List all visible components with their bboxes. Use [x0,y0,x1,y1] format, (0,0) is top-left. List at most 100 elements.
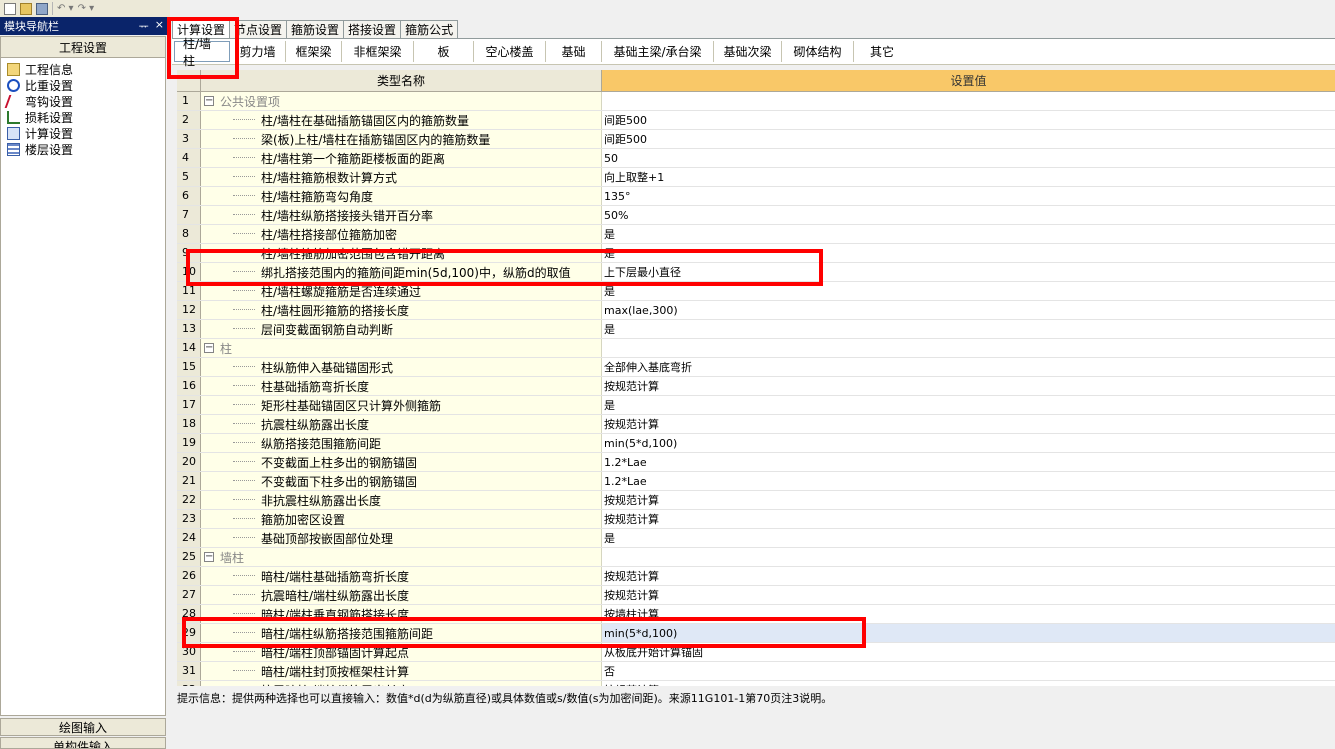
open-folder-icon[interactable] [20,2,32,15]
row-value-cell[interactable]: 按规范计算 [602,681,1335,686]
grid-header-value[interactable]: 设置值 [602,70,1335,91]
nav-item-weight-settings[interactable]: 比重设置 [7,77,165,93]
table-row[interactable]: 7 柱/墙柱纵筋搭接接头错开百分率 50% [177,206,1335,225]
subtab-foundation-main-beam[interactable]: 基础主梁/承台梁 [602,41,714,62]
table-row[interactable]: 13 层间变截面钢筋自动判断 是 [177,320,1335,339]
subtab-foundation[interactable]: 基础 [546,41,602,62]
row-value-cell[interactable]: 按规范计算 [602,567,1335,585]
tab-stirrup-formula[interactable]: 箍筋公式 [400,20,459,38]
row-name-cell: 柱/墙柱箍筋根数计算方式 [201,168,602,186]
row-value-cell[interactable]: 1.2*Lae [602,453,1335,471]
table-row[interactable]: 31 暗柱/端柱封顶按框架柱计算 否 [177,662,1335,681]
subtab-foundation-secondary-beam[interactable]: 基础次梁 [714,41,782,62]
collapse-icon[interactable]: − [204,552,214,562]
row-value-cell[interactable]: 是 [602,529,1335,547]
row-name-text: 抗震暗柱/端柱纵筋露出长度 [261,588,410,603]
nav-item-loss-settings[interactable]: 损耗设置 [7,109,165,125]
row-value-cell[interactable]: 间距500 [602,111,1335,129]
tree-connector [233,575,255,577]
row-value-cell[interactable]: 50 [602,149,1335,167]
undo-icon[interactable]: ↶ ▾ [57,3,74,15]
table-row[interactable]: 18 抗震柱纵筋露出长度 按规范计算 [177,415,1335,434]
row-value-cell[interactable]: 50% [602,206,1335,224]
row-value-cell[interactable]: 否 [602,662,1335,680]
table-row[interactable]: 23 箍筋加密区设置 按规范计算 [177,510,1335,529]
row-value-cell[interactable]: 按规范计算 [602,491,1335,509]
subtab-masonry[interactable]: 砌体结构 [782,41,854,62]
settings-grid: 类型名称 设置值 1− 公共设置项 2 柱/墙柱在基础插筋锚固区内的箍筋数量 间距500… [177,70,1335,686]
table-row[interactable]: 15 柱纵筋伸入基础锚固形式 全部伸入基底弯折 [177,358,1335,377]
table-row[interactable]: 12 柱/墙柱圆形箍筋的搭接长度 max(lae,300) [177,301,1335,320]
row-value-cell[interactable]: 是 [602,320,1335,338]
table-row[interactable]: 19 纵筋搭接范围箍筋间距 min(5*d,100) [177,434,1335,453]
table-row[interactable]: 24 基础顶部按嵌固部位处理 是 [177,529,1335,548]
table-row[interactable]: 8 柱/墙柱搭接部位箍筋加密 是 [177,225,1335,244]
row-value-cell[interactable] [602,92,1335,110]
row-value-cell[interactable]: 全部伸入基底弯折 [602,358,1335,376]
row-value-cell[interactable] [602,548,1335,566]
table-row[interactable]: 32 抗震暗柱/端柱纵筋露出长度 按规范计算 [177,681,1335,686]
row-value-cell[interactable]: 按规范计算 [602,586,1335,604]
tab-stirrup-settings[interactable]: 箍筋设置 [286,20,345,38]
row-number: 15 [177,358,201,376]
subtab-nonframe-beam[interactable]: 非框架梁 [342,41,414,62]
nav-item-hook-settings[interactable]: 弯钩设置 [4,93,165,109]
table-row[interactable]: 3 梁(板)上柱/墙柱在插筋锚固区内的箍筋数量 间距500 [177,130,1335,149]
nav-single-input[interactable]: 单构件输入 [0,737,166,749]
nav-drawing-input[interactable]: 绘图输入 [0,718,166,736]
redo-icon[interactable]: ↷ ▾ [78,3,95,15]
table-row[interactable]: 16 柱基础插筋弯折长度 按规范计算 [177,377,1335,396]
close-icon[interactable]: × [155,18,164,34]
row-value-cell[interactable]: 按规范计算 [602,510,1335,528]
table-row[interactable]: 20 不变截面上柱多出的钢筋锚固 1.2*Lae [177,453,1335,472]
nav-section-project-settings[interactable]: 工程设置 [0,36,166,58]
pin-icon[interactable]: ᅲ [139,18,149,34]
table-row[interactable]: 4 柱/墙柱第一个箍筋距楼板面的距离 50 [177,149,1335,168]
row-value-cell[interactable]: 向上取整+1 [602,168,1335,186]
table-row[interactable]: 27 抗震暗柱/端柱纵筋露出长度 按规范计算 [177,586,1335,605]
row-number: 4 [177,149,201,167]
row-value-cell[interactable]: min(5*d,100) [602,434,1335,452]
subtab-other[interactable]: 其它 [854,41,910,62]
info-icon [7,62,20,76]
row-value-cell[interactable]: 1.2*Lae [602,472,1335,490]
grid-header-name[interactable]: 类型名称 [201,70,602,91]
subtab-frame-beam[interactable]: 框架梁 [286,41,342,62]
nav-item-floor-settings[interactable]: 楼层设置 [7,141,165,157]
group-row[interactable]: 1− 公共设置项 [177,92,1335,111]
row-number: 24 [177,529,201,547]
row-name-cell: 柱/墙柱在基础插筋锚固区内的箍筋数量 [201,111,602,129]
table-row[interactable]: 22 非抗震柱纵筋露出长度 按规范计算 [177,491,1335,510]
row-value-cell[interactable]: 间距500 [602,130,1335,148]
row-name-text: 柱/墙柱箍筋根数计算方式 [261,170,398,185]
collapse-icon[interactable]: − [204,343,214,353]
new-file-icon[interactable] [4,2,16,15]
row-name-cell: 柱/墙柱箍筋弯勾角度 [201,187,602,205]
row-value-cell[interactable]: max(lae,300) [602,301,1335,319]
row-value-cell[interactable]: 按规范计算 [602,377,1335,395]
row-value-cell[interactable] [602,339,1335,357]
collapse-icon[interactable]: − [204,96,214,106]
subtab-slab[interactable]: 板 [414,41,474,62]
subtab-hollow-floor[interactable]: 空心楼盖 [474,41,546,62]
row-value-cell[interactable]: 按规范计算 [602,415,1335,433]
tree-connector [233,214,255,216]
nav-item-project-info[interactable]: 工程信息 [7,61,165,77]
table-row[interactable]: 17 矩形柱基础锚固区只计算外侧箍筋 是 [177,396,1335,415]
row-value-cell[interactable]: 135° [602,187,1335,205]
table-row[interactable]: 2 柱/墙柱在基础插筋锚固区内的箍筋数量 间距500 [177,111,1335,130]
table-row[interactable]: 6 柱/墙柱箍筋弯勾角度 135° [177,187,1335,206]
table-row[interactable]: 21 不变截面下柱多出的钢筋锚固 1.2*Lae [177,472,1335,491]
row-name-text: 柱/墙柱第一个箍筋距楼板面的距离 [261,151,446,166]
tree-connector [233,423,255,425]
group-row[interactable]: 25− 墙柱 [177,548,1335,567]
table-row[interactable]: 26 暗柱/端柱基础插筋弯折长度 按规范计算 [177,567,1335,586]
row-name-text: 纵筋搭接范围箍筋间距 [261,436,382,451]
save-icon[interactable] [36,2,48,15]
table-row[interactable]: 5 柱/墙柱箍筋根数计算方式 向上取整+1 [177,168,1335,187]
tab-lap-settings[interactable]: 搭接设置 [343,20,402,38]
row-value-cell[interactable]: 是 [602,396,1335,414]
row-value-cell[interactable]: 是 [602,225,1335,243]
group-row[interactable]: 14− 柱 [177,339,1335,358]
nav-item-calc-settings[interactable]: 计算设置 [7,125,165,141]
